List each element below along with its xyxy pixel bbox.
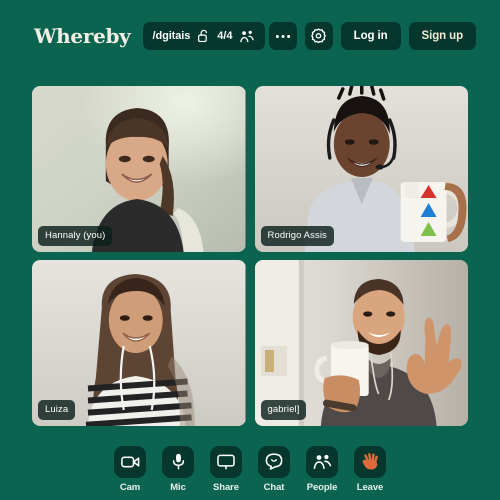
monitor-icon	[217, 454, 235, 470]
video-tile[interactable]: Hannaly (you)	[32, 86, 246, 252]
app-header: Whereby /dgitais 4/4 Log in Sign up	[0, 0, 500, 72]
ellipsis-icon	[275, 34, 291, 39]
participant-name-label: gabriel]	[260, 399, 307, 420]
whereby-logo: Whereby	[34, 24, 131, 48]
cam-button[interactable]: Cam	[112, 445, 149, 493]
people-button-surface[interactable]	[306, 445, 338, 478]
settings-button[interactable]	[304, 22, 333, 50]
meeting-toolbar: Cam Mic Share Chat People Leave	[0, 445, 500, 493]
leave-button-surface[interactable]	[354, 445, 386, 478]
chat-button[interactable]: Chat	[256, 445, 293, 493]
leave-button-label: Leave	[356, 481, 384, 493]
more-options-button[interactable]	[268, 22, 297, 50]
mic-button-label: Mic	[170, 481, 186, 493]
log-in-button[interactable]: Log in	[340, 22, 401, 50]
chat-bubble-icon	[265, 453, 283, 470]
people-button-label: People	[306, 481, 338, 493]
participant-name-label: Rodrigo Assis	[260, 225, 334, 246]
header-actions: Log in Sign up	[268, 22, 476, 50]
room-name-label: /dgitais	[152, 30, 191, 42]
chat-button-surface[interactable]	[258, 445, 290, 478]
gear-icon	[310, 27, 327, 45]
microphone-icon	[172, 453, 185, 470]
video-grid: Hannaly (you) Rodrigo Assis Luiza gabrie…	[32, 86, 468, 426]
share-button[interactable]: Share	[208, 445, 245, 493]
people-button[interactable]: People	[304, 445, 341, 493]
video-tile[interactable]: Luiza	[32, 260, 246, 426]
waving-hand-icon	[361, 452, 380, 471]
share-button-label: Share	[213, 481, 239, 493]
participant-name-label: Hannaly (you)	[38, 225, 113, 246]
unlocked-padlock-icon	[197, 29, 210, 43]
video-tile[interactable]: Rodrigo Assis	[254, 86, 468, 252]
mic-button[interactable]: Mic	[160, 445, 197, 493]
chat-button-label: Chat	[263, 481, 285, 493]
video-tile[interactable]: gabriel]	[254, 260, 468, 426]
share-button-surface[interactable]	[210, 445, 242, 478]
people-icon	[239, 30, 255, 43]
camera-icon	[120, 455, 140, 469]
leave-button[interactable]: Leave	[352, 445, 389, 493]
participant-name-label: Luiza	[38, 399, 76, 420]
mic-button-surface[interactable]	[162, 445, 194, 478]
room-info-pill[interactable]: /dgitais 4/4	[142, 22, 265, 50]
people-icon	[313, 454, 332, 470]
cam-button-label: Cam	[119, 481, 141, 493]
cam-button-surface[interactable]	[114, 445, 146, 478]
participant-count-label: 4/4	[217, 30, 233, 42]
sign-up-button[interactable]: Sign up	[408, 22, 476, 50]
